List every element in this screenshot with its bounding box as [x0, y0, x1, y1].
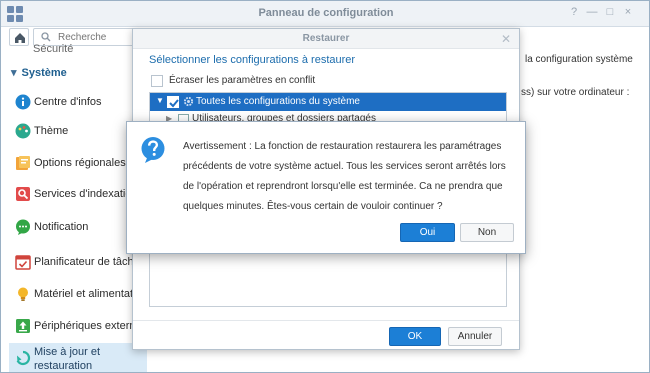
sidebar-item-label: Notification — [34, 221, 89, 233]
sidebar-item-label: Thème — [34, 125, 69, 137]
no-button[interactable]: Non — [460, 223, 514, 242]
gear-icon — [183, 96, 194, 107]
divider — [133, 320, 519, 321]
background-description-line: la configuration système — [525, 54, 633, 65]
sidebar-item-external-devices[interactable]: Périphériques extern — [9, 312, 147, 340]
overwrite-checkbox[interactable] — [151, 75, 163, 87]
bulb-icon — [18, 287, 28, 301]
tree-row-label: Toutes les configurations du système — [196, 96, 360, 107]
sidebar-item-label: Mise à jour et restauration — [34, 346, 101, 372]
sidebar-item-label: Centre d'infos — [34, 96, 102, 108]
all-configs-checkbox[interactable] — [167, 96, 179, 108]
confirm-message: Avertissement : La fonction de restaurat… — [183, 141, 506, 212]
calendar-icon — [15, 255, 31, 270]
sidebar-item-hardware-power[interactable]: Matériel et alimentatio — [9, 280, 147, 308]
sidebar-item-label: Périphériques extern — [34, 320, 136, 332]
question-icon — [141, 137, 165, 163]
confirm-dialog: Avertissement : La fonction de restaurat… — [126, 121, 526, 254]
sidebar-item-label: Matériel et alimentatio — [34, 288, 142, 300]
home-icon — [15, 33, 25, 43]
palette-icon — [15, 123, 31, 139]
update-restore-icon — [16, 350, 31, 366]
info-icon — [15, 94, 31, 110]
checkmark-icon — [169, 99, 179, 108]
sidebar-item-update-restore[interactable]: Mise à jour et restauration — [9, 343, 147, 372]
restore-dialog-heading: Sélectionner les configurations à restau… — [149, 54, 356, 66]
overwrite-label: Écraser les paramètres en conflit — [169, 75, 316, 86]
background-description-line: ss) sur votre ordinateur : — [521, 87, 630, 98]
restore-dialog-title: Restaurer — [133, 29, 519, 49]
search-icon — [41, 32, 51, 42]
sidebar-section-label: Système — [21, 67, 67, 79]
sidebar-item-security-partial[interactable]: Sécurité — [33, 43, 73, 55]
minimize-icon[interactable]: — — [585, 6, 599, 18]
sidebar-item-info-center[interactable]: Centre d'infos — [9, 88, 147, 116]
maximize-icon[interactable]: □ — [603, 6, 617, 18]
notification-icon — [16, 219, 30, 235]
home-button[interactable] — [9, 28, 29, 46]
sidebar-item-label: Services d'indexatio — [34, 188, 132, 200]
control-panel-window: Panneau de configuration ? — □ × Sécurit… — [0, 0, 650, 373]
close-icon[interactable]: × — [621, 6, 635, 18]
indexing-icon — [16, 187, 30, 201]
external-device-icon — [16, 319, 30, 333]
ok-button[interactable]: OK — [389, 327, 441, 346]
title-bar: Panneau de configuration ? — □ × — [1, 1, 649, 27]
help-icon[interactable]: ? — [567, 6, 581, 18]
regional-options-icon — [16, 156, 30, 170]
chevron-down-icon: ▾ — [11, 67, 17, 79]
sidebar-item-label: Planificateur de tâche — [34, 256, 140, 268]
yes-button[interactable]: Oui — [400, 223, 455, 242]
close-icon[interactable]: ✕ — [501, 32, 511, 46]
expand-arrow-icon[interactable]: ▼ — [156, 96, 164, 105]
sidebar-section-system[interactable]: ▾ Système — [11, 66, 67, 79]
window-title: Panneau de configuration — [258, 7, 394, 19]
sidebar-item-label: Options régionales — [34, 157, 126, 169]
cancel-button[interactable]: Annuler — [448, 327, 502, 346]
tree-row-all-configs[interactable]: ▼ Toutes les configurations du système — [150, 93, 506, 111]
